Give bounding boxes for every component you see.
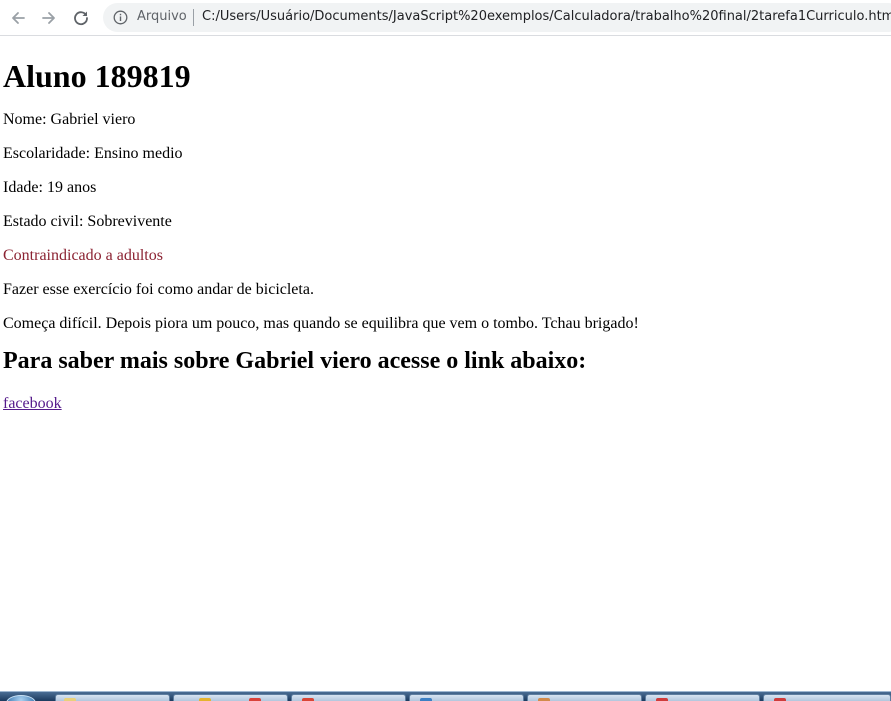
taskbar-item[interactable] — [527, 694, 642, 701]
taskbar-item[interactable] — [173, 694, 288, 701]
address-separator — [193, 9, 194, 26]
taskbar-item[interactable] — [763, 694, 891, 701]
nome-text: Nome: Gabriel viero — [3, 111, 136, 128]
warning-text: Contraindicado a adultos — [3, 247, 163, 264]
address-bar[interactable]: Arquivo C:/Users/Usuário/Documents/JavaS… — [103, 3, 891, 32]
reload-icon — [74, 11, 88, 26]
browser-toolbar: Arquivo C:/Users/Usuário/Documents/JavaS… — [0, 0, 891, 36]
subheading: Para saber mais sobre Gabriel viero aces… — [3, 348, 587, 374]
security-label[interactable]: Arquivo — [137, 9, 187, 24]
taskbar-item[interactable] — [55, 694, 170, 701]
page-content: Aluno 189819 Nome: Gabriel viero Escolar… — [3, 37, 891, 413]
taskbar-item[interactable] — [409, 694, 524, 701]
frase-2-text: Começa difícil. Depois piora um pouco, m… — [3, 315, 639, 332]
reload-button[interactable] — [67, 4, 95, 32]
info-icon[interactable] — [113, 10, 128, 25]
estado-civil-text: Estado civil: Sobrevivente — [3, 213, 172, 230]
taskbar — [0, 691, 891, 701]
frase-1-text: Fazer esse exercício foi como andar de b… — [3, 281, 314, 298]
forward-button[interactable] — [35, 4, 63, 32]
escolaridade-text: Escolaridade: Ensino medio — [3, 145, 183, 162]
facebook-link[interactable]: facebook — [3, 395, 62, 413]
url-text[interactable]: C:/Users/Usuário/Documents/JavaScript%20… — [202, 9, 891, 24]
arrow-right-icon — [42, 12, 55, 24]
arrow-left-icon — [12, 12, 25, 24]
idade-text: Idade: 19 anos — [3, 179, 97, 196]
start-button[interactable] — [6, 695, 36, 701]
taskbar-item[interactable] — [291, 694, 406, 701]
page-title: Aluno 189819 — [3, 58, 191, 94]
back-button[interactable] — [4, 4, 32, 32]
taskbar-item[interactable] — [645, 694, 760, 701]
